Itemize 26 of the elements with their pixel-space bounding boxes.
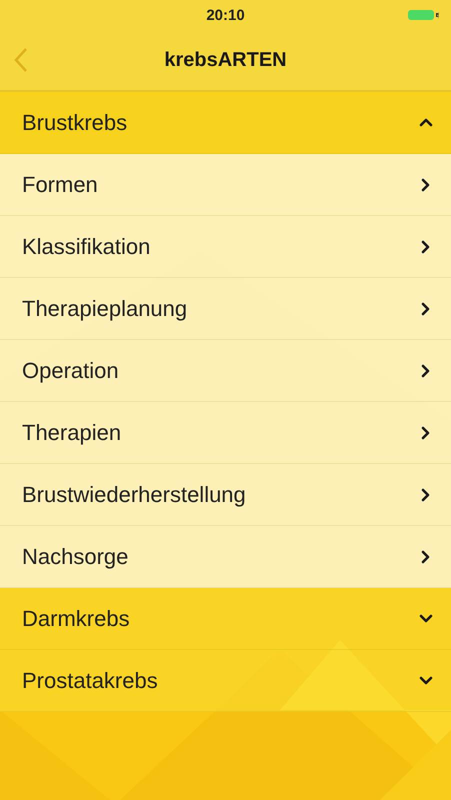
section-title: Prostatakrebs xyxy=(22,668,158,694)
status-time: 20:10 xyxy=(206,6,245,24)
section-title: Brustkrebs xyxy=(22,110,128,136)
chevron-down-icon xyxy=(419,612,433,626)
list-item[interactable]: Formen xyxy=(0,154,451,216)
item-label: Nachsorge xyxy=(22,544,128,570)
item-label: Klassifikation xyxy=(22,234,150,260)
item-label: Formen xyxy=(22,172,98,198)
list-item[interactable]: Therapieplanung xyxy=(0,278,451,340)
item-label: Therapien xyxy=(22,420,122,446)
list-item[interactable]: Therapien xyxy=(0,402,451,464)
list-item[interactable]: Nachsorge xyxy=(0,526,451,588)
list-item[interactable]: Brustwiederherstellung xyxy=(0,464,451,526)
chevron-up-icon xyxy=(419,116,433,130)
item-label: Operation xyxy=(22,358,119,384)
item-label: Brustwiederherstellung xyxy=(22,482,246,508)
section-title: Darmkrebs xyxy=(22,606,130,632)
section-header[interactable]: Brustkrebs xyxy=(0,92,451,154)
list-item[interactable]: Klassifikation xyxy=(0,216,451,278)
battery-icon xyxy=(407,8,441,22)
item-label: Therapieplanung xyxy=(22,296,188,322)
section-header[interactable]: Darmkrebs xyxy=(0,588,451,650)
section-header[interactable]: Prostatakrebs xyxy=(0,650,451,712)
list-item[interactable]: Operation xyxy=(0,340,451,402)
screen-title: krebsARTEN xyxy=(164,48,287,72)
chevron-down-icon xyxy=(419,674,433,688)
